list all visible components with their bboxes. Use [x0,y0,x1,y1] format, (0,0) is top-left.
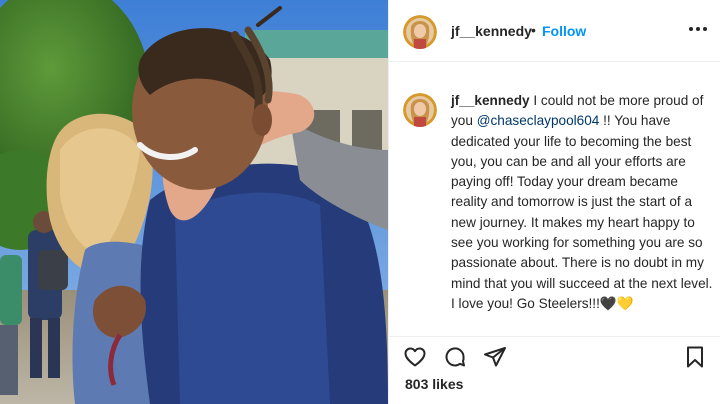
avatar-image [403,93,437,127]
follow-button[interactable]: Follow [542,23,586,39]
avatar-image [403,15,437,49]
instagram-post: jf__kennedy • Follow jf__kennedy I could… [0,0,720,404]
caption-mention-link[interactable]: @chaseclaypool604 [477,113,600,128]
share-icon[interactable] [483,345,507,369]
separator-dot: • [531,22,536,38]
post-sidebar: jf__kennedy • Follow jf__kennedy I could… [388,0,720,404]
caption-avatar[interactable] [403,93,437,127]
caption-username[interactable]: jf__kennedy [451,93,530,108]
post-caption: jf__kennedy I could not be more proud of… [451,91,713,314]
avatar[interactable] [403,15,437,49]
more-options-icon[interactable] [689,26,707,32]
header-username[interactable]: jf__kennedy [451,23,532,39]
post-header: jf__kennedy • Follow [389,0,720,62]
comment-icon[interactable] [443,345,467,369]
post-photo[interactable] [0,0,388,404]
heart-icon[interactable] [403,345,427,369]
photo-hug-image [0,0,388,404]
action-bar [389,336,720,376]
bookmark-icon[interactable] [683,345,707,369]
caption-text-rest: !! You have dedicated your life to becom… [451,113,713,311]
likes-count[interactable]: 803 likes [405,376,463,392]
